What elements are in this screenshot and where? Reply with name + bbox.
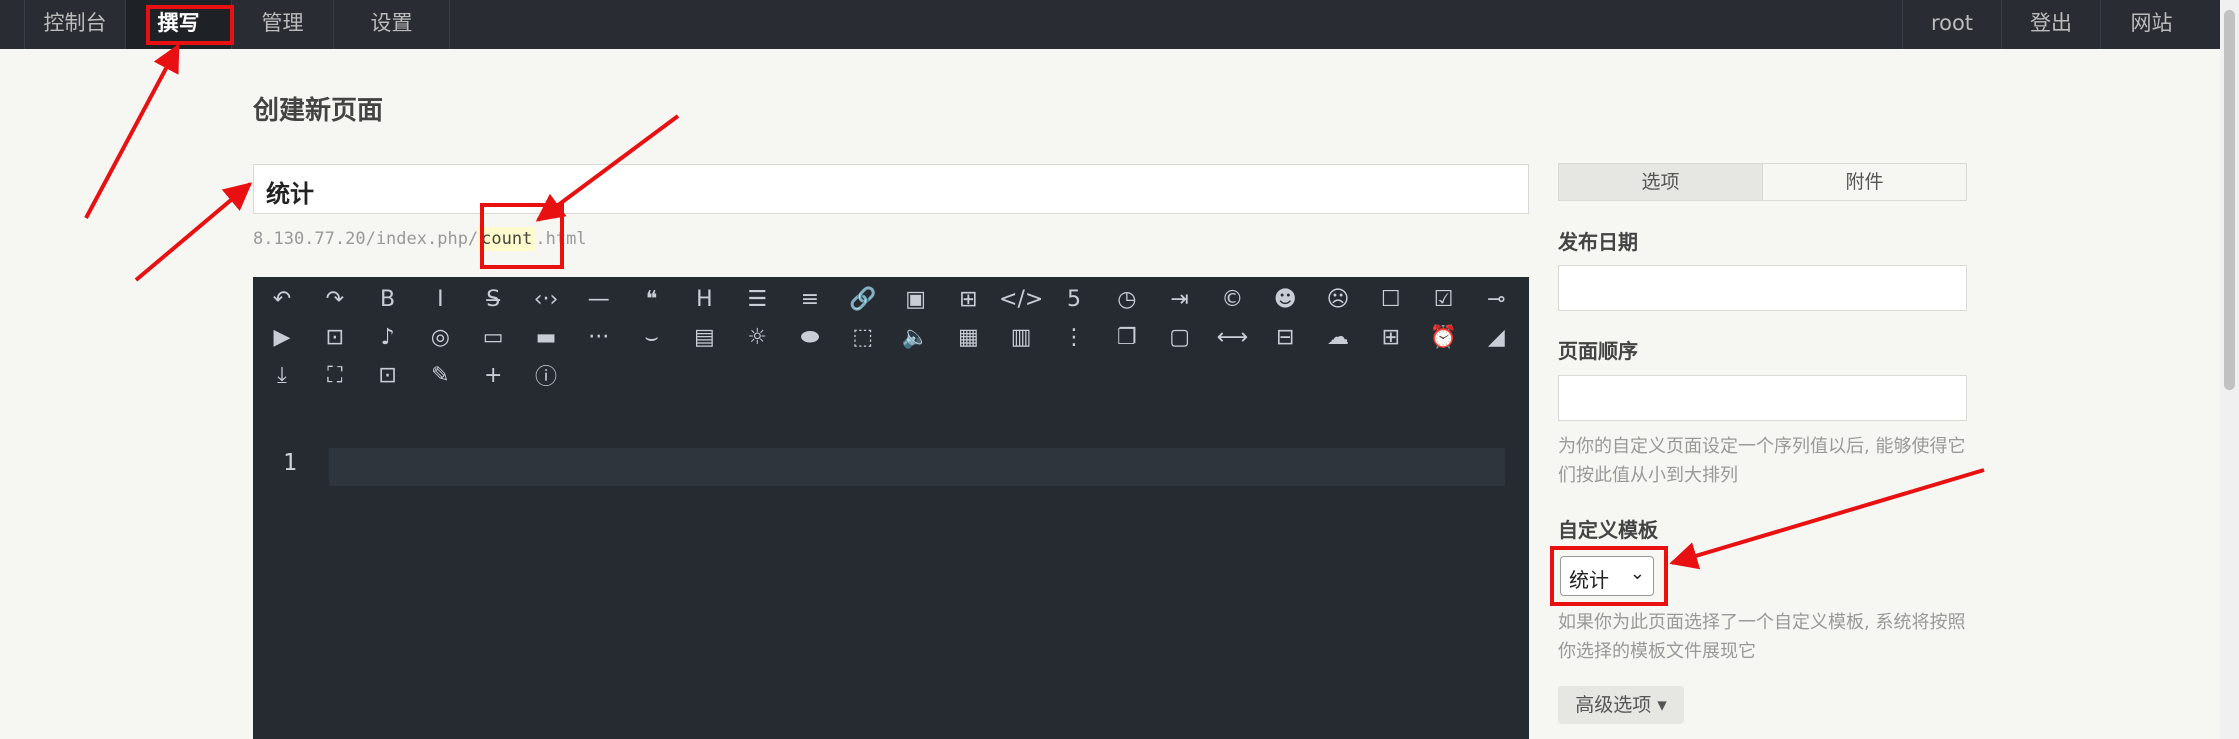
advanced-options-button[interactable]: 高级选项 ▾ bbox=[1558, 686, 1684, 724]
tips-icon[interactable]: ☼ bbox=[738, 318, 776, 356]
btn-icon[interactable]: ▭ bbox=[474, 318, 512, 356]
html5-icon[interactable]: 5 bbox=[1055, 280, 1093, 318]
tab-attachments[interactable]: 附件 bbox=[1763, 164, 1966, 200]
page-title: 创建新页面 bbox=[253, 96, 384, 126]
copyright-icon[interactable]: © bbox=[1213, 280, 1251, 318]
commit-icon[interactable]: ⊸ bbox=[1477, 280, 1515, 318]
ordered-list-icon[interactable]: ☰ bbox=[738, 280, 776, 318]
text-box-icon[interactable]: ▤ bbox=[685, 318, 723, 356]
horizontal-rule-icon[interactable]: — bbox=[580, 280, 618, 318]
divider-icon[interactable]: ⟷ bbox=[1213, 318, 1251, 356]
code-block-icon[interactable]: </> bbox=[999, 280, 1043, 318]
link-icon[interactable]: 🔗 bbox=[844, 280, 882, 318]
quote-icon[interactable]: ❝ bbox=[633, 280, 671, 318]
info-icon[interactable]: ⓘ bbox=[527, 356, 565, 394]
tab-options[interactable]: 选项 bbox=[1559, 164, 1763, 200]
preview-icon[interactable]: ⊡ bbox=[369, 356, 407, 394]
hide-icon[interactable]: ⌣ bbox=[633, 318, 671, 356]
timeline-icon[interactable]: ⋮ bbox=[1055, 318, 1093, 356]
slug-prefix: 8.130.77.20/index.php/ bbox=[253, 229, 479, 249]
grid-icon[interactable]: ⊞ bbox=[1372, 318, 1410, 356]
scrollbar-thumb[interactable] bbox=[2224, 10, 2235, 390]
line-number: 1 bbox=[283, 450, 297, 476]
undo-icon[interactable]: ↶ bbox=[263, 280, 301, 318]
annotation-box-write bbox=[146, 5, 234, 45]
copy-icon[interactable]: ❐ bbox=[1108, 318, 1146, 356]
emoji-happy-icon[interactable]: ☻ bbox=[1266, 280, 1304, 318]
annotation-box-template bbox=[1550, 546, 1668, 606]
nav-logout[interactable]: 登出 bbox=[2001, 0, 2100, 49]
more-dots-icon[interactable]: ··· bbox=[580, 318, 618, 356]
active-code-line[interactable] bbox=[329, 448, 1505, 486]
top-nav: 控制台 撰写 管理 设置 root 登出 网站 bbox=[0, 0, 2220, 49]
markdown-editor[interactable]: ↶ ↷ B I S̶ ‹·› — ❝ H ☰ ≡ 🔗 ▣ ⊞ </> 5 ◷ ⇥ © ☻ ☹ ☐ ☑ ⊸ ▶ ⊡ ♪ ◎ ▭ ▬ ··· ⌣ ▤… bbox=[253, 277, 1529, 739]
nav-website[interactable]: 网站 bbox=[2100, 0, 2202, 49]
fullscreen-icon[interactable]: ⛶ bbox=[316, 356, 354, 394]
skip-icon[interactable]: ⇥ bbox=[1161, 280, 1199, 318]
italic-icon[interactable]: I bbox=[421, 280, 459, 318]
page-order-label: 页面顺序 bbox=[1558, 339, 1638, 363]
music-icon[interactable]: ♪ bbox=[369, 318, 407, 356]
inline-code-icon[interactable]: ‹·› bbox=[527, 280, 565, 318]
publish-date-label: 发布日期 bbox=[1558, 230, 1638, 254]
download-icon[interactable]: ⤓ bbox=[263, 356, 301, 394]
video-icon[interactable]: ▶ bbox=[263, 318, 301, 356]
page-order-description: 为你的自定义页面设定一个序列值以后, 能够使得它们按此值从小到大排列 bbox=[1558, 436, 1966, 486]
checkbox-empty-icon[interactable]: ☐ bbox=[1372, 280, 1410, 318]
page-scrollbar[interactable] bbox=[2220, 0, 2239, 739]
template-label: 自定义模板 bbox=[1558, 518, 1658, 542]
netease-music-icon[interactable]: ◎ bbox=[421, 318, 459, 356]
toggle-icon[interactable]: ⬬ bbox=[791, 318, 829, 356]
note-icon[interactable]: ▥ bbox=[1002, 318, 1040, 356]
pen-icon[interactable]: ✎ bbox=[421, 356, 459, 394]
eraser-icon[interactable]: ◢ bbox=[1477, 318, 1515, 356]
checkbox-checked-icon[interactable]: ☑ bbox=[1425, 280, 1463, 318]
publish-date-input[interactable] bbox=[1558, 265, 1967, 311]
strikethrough-icon[interactable]: S̶ bbox=[474, 280, 512, 318]
sidebar-tabs: 选项 附件 bbox=[1558, 163, 1967, 201]
nav-user-root[interactable]: root bbox=[1902, 0, 2001, 49]
image-icon[interactable]: ▣ bbox=[897, 280, 935, 318]
nav-manage[interactable]: 管理 bbox=[232, 0, 334, 49]
table-icon[interactable]: ⊞ bbox=[949, 280, 987, 318]
cloud-icon[interactable]: ☁ bbox=[1319, 318, 1357, 356]
unordered-list-icon[interactable]: ≡ bbox=[791, 280, 829, 318]
alarm-icon[interactable]: ⏰ bbox=[1425, 318, 1463, 356]
folder-icon[interactable]: ▢ bbox=[1161, 318, 1199, 356]
dashed-box-icon[interactable]: ⬚ bbox=[844, 318, 882, 356]
title-input[interactable]: 统计 bbox=[253, 164, 1529, 214]
clock-icon[interactable]: ◷ bbox=[1108, 280, 1146, 318]
redo-icon[interactable]: ↷ bbox=[316, 280, 354, 318]
arrow-to-write bbox=[84, 43, 180, 219]
bold-icon[interactable]: B bbox=[369, 280, 407, 318]
nav-dashboard[interactable]: 控制台 bbox=[24, 0, 126, 49]
audio-icon[interactable]: 🔈 bbox=[897, 318, 935, 356]
gallery-icon[interactable]: ▦ bbox=[949, 318, 987, 356]
heading-icon[interactable]: H bbox=[685, 280, 723, 318]
template-description: 如果你为此页面选择了一个自定义模板, 系统将按照你选择的模板文件展现它 bbox=[1558, 612, 1966, 662]
emoji-sad-icon[interactable]: ☹ bbox=[1319, 280, 1357, 318]
card-icon[interactable]: ▬ bbox=[527, 318, 565, 356]
nav-settings[interactable]: 设置 bbox=[334, 0, 450, 49]
bilibili-icon[interactable]: ⊡ bbox=[316, 318, 354, 356]
page-order-input[interactable] bbox=[1558, 375, 1967, 421]
annotation-box-slug bbox=[480, 203, 564, 269]
arrow-to-title bbox=[134, 182, 253, 282]
plus-icon[interactable]: + bbox=[474, 356, 512, 394]
tab-icon[interactable]: ⊟ bbox=[1266, 318, 1304, 356]
